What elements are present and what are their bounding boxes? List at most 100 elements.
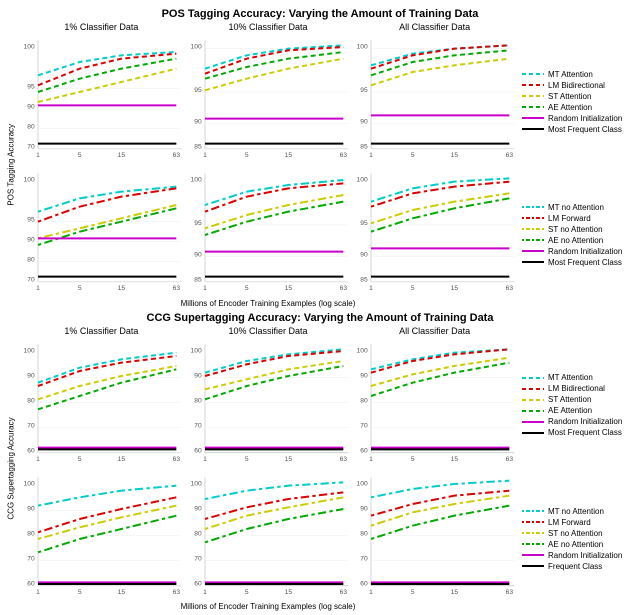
legend-mt-attention: MT Attention	[522, 70, 636, 79]
svg-text:1: 1	[369, 456, 373, 463]
svg-text:80: 80	[361, 397, 369, 404]
pos-col-title-2: 10% Classifier Data	[185, 22, 352, 32]
svg-text:100: 100	[190, 44, 201, 51]
ccg-top-chart-1: 60 70 80 90 100 1 5 15 63	[18, 336, 185, 469]
svg-text:100: 100	[190, 347, 201, 354]
legend-st-no-attention: ST no Attention	[522, 225, 636, 234]
svg-text:63: 63	[506, 285, 514, 292]
svg-text:90: 90	[194, 506, 202, 513]
svg-text:15: 15	[284, 285, 292, 292]
svg-text:70: 70	[194, 422, 202, 429]
svg-text:63: 63	[506, 456, 514, 463]
svg-text:85: 85	[194, 144, 202, 151]
pos-section: POS Tagging Accuracy: Varying the Amount…	[4, 8, 636, 308]
svg-text:63: 63	[173, 456, 181, 463]
svg-text:1: 1	[203, 456, 207, 463]
svg-text:15: 15	[284, 152, 292, 159]
svg-text:63: 63	[173, 285, 181, 292]
pos-legend-no-attention: MT no Attention LM Forward ST no Attenti…	[518, 165, 636, 298]
pos-title: POS Tagging Accuracy: Varying the Amount…	[4, 8, 636, 20]
svg-text:5: 5	[411, 456, 415, 463]
svg-text:95: 95	[27, 84, 35, 91]
svg-text:100: 100	[24, 481, 35, 488]
svg-text:63: 63	[506, 152, 514, 159]
svg-text:1: 1	[369, 285, 373, 292]
svg-text:60: 60	[27, 581, 35, 588]
svg-text:15: 15	[451, 589, 459, 596]
svg-text:95: 95	[361, 87, 369, 94]
svg-text:100: 100	[190, 481, 201, 488]
svg-text:5: 5	[78, 152, 82, 159]
svg-text:70: 70	[27, 277, 35, 284]
svg-text:5: 5	[78, 456, 82, 463]
svg-text:90: 90	[27, 372, 35, 379]
ccg-top-chart-2: 60 70 80 90 100 1 5 15 63	[185, 336, 352, 469]
svg-text:70: 70	[361, 556, 369, 563]
svg-text:60: 60	[361, 447, 369, 454]
svg-text:100: 100	[24, 347, 35, 354]
svg-text:90: 90	[27, 237, 35, 244]
pos-bottom-chart-2: 85 90 95 100 1 5 15 63	[185, 165, 352, 298]
svg-text:1: 1	[36, 152, 40, 159]
ccg-legend-random-init: Random Initialization	[522, 417, 636, 426]
svg-text:80: 80	[27, 531, 35, 538]
ccg-legend-mt-no-attention: MT no Attention	[522, 507, 636, 516]
svg-text:80: 80	[27, 257, 35, 264]
svg-text:85: 85	[361, 144, 369, 151]
svg-text:5: 5	[411, 589, 415, 596]
pos-bottom-chart-1: 70 80 90 95 100 1 5 15 63	[18, 165, 185, 298]
ccg-legend-st-attention: ST Attention	[522, 395, 636, 404]
legend-random-init-bot: Random Initialization	[522, 247, 636, 256]
pos-top-chart-2: 85 90 95 100 1 5 15 63	[185, 32, 352, 165]
svg-text:100: 100	[357, 347, 368, 354]
svg-text:100: 100	[357, 481, 368, 488]
svg-text:5: 5	[411, 152, 415, 159]
svg-text:90: 90	[194, 119, 202, 126]
svg-text:95: 95	[27, 217, 35, 224]
svg-text:70: 70	[361, 422, 369, 429]
legend-ae-attention: AE Attention	[522, 103, 636, 112]
svg-text:80: 80	[194, 397, 202, 404]
pos-y-axis-label: POS Tagging Accuracy	[4, 22, 18, 308]
svg-text:80: 80	[27, 397, 35, 404]
legend-most-frequent-bot: Most Frequent Class	[522, 258, 636, 267]
svg-text:70: 70	[27, 422, 35, 429]
svg-text:90: 90	[27, 104, 35, 111]
ccg-legend-mt-attention: MT Attention	[522, 373, 636, 382]
svg-text:70: 70	[194, 556, 202, 563]
pos-col-title-3: All Classifier Data	[351, 22, 518, 32]
svg-text:15: 15	[118, 285, 126, 292]
svg-text:1: 1	[203, 589, 207, 596]
svg-text:70: 70	[27, 556, 35, 563]
svg-text:90: 90	[361, 252, 369, 259]
svg-text:63: 63	[339, 285, 347, 292]
legend-ae-no-attention: AE no Attention	[522, 236, 636, 245]
svg-text:100: 100	[190, 177, 201, 184]
ccg-legend-lm-forward: LM Forward	[522, 518, 636, 527]
svg-text:90: 90	[361, 372, 369, 379]
svg-text:1: 1	[36, 285, 40, 292]
ccg-x-axis-label: Millions of Encoder Training Examples (l…	[18, 602, 636, 611]
pos-top-chart-3: 85 90 95 100 1 5 15 63	[351, 32, 518, 165]
ccg-legend-no-attention: MT no Attention LM Forward ST no Attenti…	[518, 469, 636, 602]
ccg-col-title-2: 10% Classifier Data	[185, 326, 352, 336]
svg-text:100: 100	[357, 44, 368, 51]
svg-text:63: 63	[506, 589, 514, 596]
svg-text:5: 5	[78, 285, 82, 292]
svg-text:1: 1	[369, 152, 373, 159]
svg-text:70: 70	[27, 144, 35, 151]
ccg-bottom-chart-1: 60 70 80 90 100 1 5 15 63	[18, 469, 185, 602]
svg-text:1: 1	[203, 152, 207, 159]
ccg-y-axis-label: CCG Supertagging Accuracy	[4, 326, 18, 612]
svg-text:60: 60	[361, 581, 369, 588]
svg-text:60: 60	[27, 447, 35, 454]
ccg-bottom-chart-2: 60 70 80 90 100 1 5 15 63	[185, 469, 352, 602]
ccg-legend-ae-attention: AE Attention	[522, 406, 636, 415]
svg-text:1: 1	[203, 285, 207, 292]
svg-text:1: 1	[36, 589, 40, 596]
ccg-col-title-1: 1% Classifier Data	[18, 326, 185, 336]
pos-x-axis-label: Millions of Encoder Training Examples (l…	[18, 299, 636, 308]
svg-text:95: 95	[194, 87, 202, 94]
svg-text:15: 15	[451, 152, 459, 159]
page: POS Tagging Accuracy: Varying the Amount…	[0, 0, 640, 615]
